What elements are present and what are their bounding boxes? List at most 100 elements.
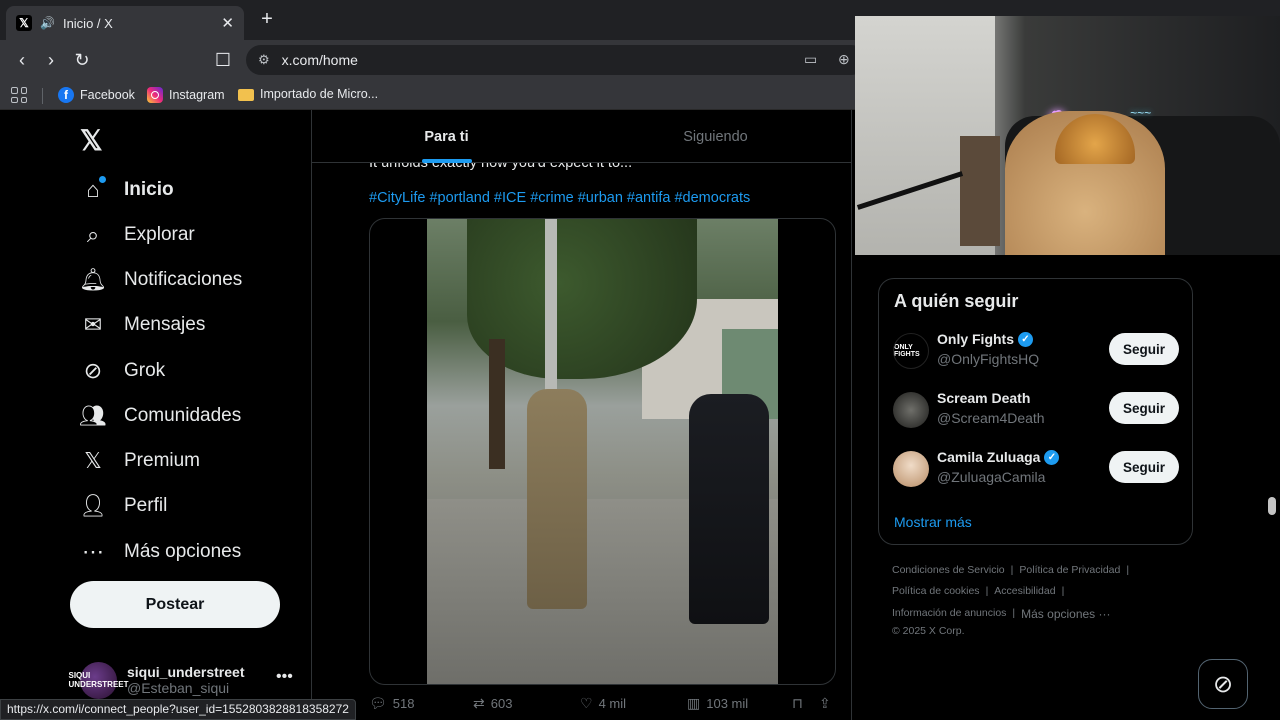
footer-link[interactable]: Accesibilidad — [994, 585, 1055, 597]
speaker-icon[interactable]: 🔊 — [40, 16, 55, 30]
reload-icon[interactable]: ↻ — [71, 49, 93, 71]
bookmark-button[interactable]: ⊓ — [792, 695, 803, 712]
nav-label: Comunidades — [124, 405, 242, 426]
tweet-actions: 💬︎ 518 ⇄ 603 ♡ 4 mil ▥ 103 mil ⊓ ⇪ — [369, 695, 839, 715]
account-name: siqui_understreet — [127, 664, 245, 680]
suggestion-handle: @OnlyFightsHQ — [937, 351, 1040, 367]
bookmark-label: Importado de Micro... — [260, 87, 379, 101]
folder-icon — [238, 89, 254, 101]
avatar — [893, 392, 929, 428]
bookmark-folder[interactable]: Importado de Micro... — [238, 87, 378, 101]
tab-label: Siguiendo — [683, 128, 748, 145]
follow-button[interactable]: Seguir — [1109, 333, 1179, 365]
follow-suggestion[interactable]: Camila Zuluaga ✓ @ZuluagaCamila Seguir — [893, 447, 1183, 491]
account-handle: @Esteban_siqui — [127, 680, 230, 696]
home-icon: ⌂ — [80, 176, 106, 203]
tweet-hashtags[interactable]: #CityLife #portland #ICE #crime #urban #… — [369, 190, 750, 206]
share-icon: ⇪ — [819, 695, 831, 711]
suggestion-name: Camila Zuluaga ✓ — [937, 449, 1060, 465]
footer-link[interactable]: Política de Privacidad — [1019, 564, 1120, 576]
nav-item-inicio[interactable]: ⌂ Inicio — [80, 175, 174, 205]
nav-item-comunidades[interactable]: 👥︎ Comunidades — [79, 401, 242, 431]
suggestion-name: Scream Death — [937, 390, 1030, 406]
tab-siguiendo[interactable]: Siguiendo — [581, 110, 850, 163]
nav-item-premium[interactable]: 𝕏 Premium — [80, 446, 200, 476]
nav-item-perfil[interactable]: 👤︎ Perfil — [79, 491, 168, 521]
repost-icon: ⇄ — [473, 695, 485, 711]
cast-icon[interactable]: ▭ — [804, 51, 817, 68]
x-logo-icon[interactable]: 𝕏 — [80, 127, 108, 155]
tab-para-ti[interactable]: Para ti — [312, 110, 581, 163]
tweet-video[interactable] — [427, 219, 778, 684]
follow-button[interactable]: Seguir — [1109, 451, 1179, 483]
avatar: SIQUI UNDERSTREET — [69, 661, 129, 699]
instagram-icon — [147, 87, 163, 103]
grok-fab-icon[interactable]: ⊘ — [1198, 659, 1248, 709]
nav-item-explorar[interactable]: ⌕ Explorar — [80, 220, 195, 250]
nav-item-mas-opciones[interactable]: ⋯ Más opciones — [80, 537, 241, 567]
facebook-icon: f — [58, 87, 74, 103]
address-bar[interactable]: ⚙ x.com/home ▭ ⊕ — [246, 45, 866, 75]
nav-item-mensajes[interactable]: ✉ Mensajes — [80, 310, 206, 340]
views-button[interactable]: ▥ 103 mil — [687, 695, 748, 712]
scrollbar-thumb[interactable] — [1268, 497, 1276, 515]
x-favicon-icon: 𝕏 — [16, 15, 32, 31]
share-button[interactable]: ⇪ — [819, 695, 831, 712]
reply-button[interactable]: 💬︎ 518 — [369, 695, 414, 712]
more-circle-icon: ⋯ — [82, 539, 104, 564]
column-divider — [851, 110, 852, 720]
webcam-shelf — [960, 136, 1000, 246]
apps-grid-icon[interactable] — [11, 87, 27, 103]
tweet-media[interactable] — [369, 218, 836, 685]
browser-tab[interactable]: 𝕏 🔊 Inicio / X ✕ — [6, 6, 244, 40]
site-info-icon[interactable]: ⚙ — [258, 52, 270, 68]
bookmark-instagram[interactable]: Instagram — [147, 87, 225, 103]
reply-icon: 💬︎ — [369, 695, 387, 711]
nav-item-notificaciones[interactable]: 🔔︎ Notificaciones — [79, 265, 242, 295]
account-switcher[interactable]: SIQUI UNDERSTREET siqui_understreet @Est… — [69, 660, 300, 700]
footer-link[interactable]: Más opciones ··· — [1021, 607, 1110, 621]
like-count: 4 mil — [598, 696, 627, 711]
footer-row: Condiciones de Servicio | Política de Pri… — [892, 564, 1130, 576]
footer-row: Política de cookies | Accesibilidad | — [892, 585, 1065, 597]
forward-icon[interactable]: › — [40, 49, 62, 71]
bookmark-page-icon[interactable]: ☐ — [212, 49, 234, 71]
follow-button[interactable]: Seguir — [1109, 392, 1179, 424]
footer-link[interactable]: Información de anuncios — [892, 607, 1006, 621]
reply-count: 518 — [392, 696, 415, 711]
video-tree-trunk — [489, 339, 505, 469]
suggestion-name-text: Scream Death — [937, 390, 1031, 406]
follow-suggestion[interactable]: ONLY FIGHTS Only Fights ✓ @OnlyFightsHQ S… — [893, 329, 1183, 373]
notification-dot — [99, 176, 106, 183]
grok-icon: ⊘ — [83, 358, 103, 383]
bookmark-facebook[interactable]: f Facebook — [58, 87, 135, 103]
back-icon[interactable]: ‹ — [11, 49, 33, 71]
footer-link[interactable]: Condiciones de Servicio — [892, 564, 1005, 576]
footer-copyright: © 2025 X Corp. — [892, 625, 965, 637]
nav-label: Premium — [124, 450, 201, 471]
views-chart-icon: ▥ — [687, 695, 701, 711]
who-to-follow-card: A quién seguir ONLY FIGHTS Only Fights ✓ … — [878, 278, 1193, 545]
nav-item-grok[interactable]: ⊘ Grok — [80, 356, 165, 386]
nav-label: Inicio — [124, 179, 174, 200]
show-more-link[interactable]: Mostrar más — [894, 514, 972, 530]
post-button[interactable]: Postear — [70, 581, 280, 628]
more-dots-icon[interactable]: ••• — [276, 668, 293, 686]
tab-close-icon[interactable]: ✕ — [221, 14, 234, 32]
repost-button[interactable]: ⇄ 603 — [473, 695, 512, 712]
like-button[interactable]: ♡ 4 mil — [580, 695, 626, 712]
nav-label: Más opciones — [124, 541, 242, 562]
column-divider — [311, 110, 312, 720]
screen: 𝕏 🔊 Inicio / X ✕ + ‹ › ↻ ☐ ⚙ x.com/home … — [0, 0, 1280, 720]
nav-label: Grok — [124, 360, 166, 381]
zoom-icon[interactable]: ⊕ — [838, 51, 850, 68]
bookmark-label: Instagram — [169, 88, 225, 102]
new-tab-button[interactable]: + — [256, 8, 278, 31]
verified-badge-icon: ✓ — [1018, 331, 1033, 347]
footer-link[interactable]: Política de cookies — [892, 585, 980, 597]
who-to-follow-title: A quién seguir — [894, 291, 1019, 311]
nav-label: Perfil — [124, 495, 168, 516]
follow-suggestion[interactable]: Scream Death @Scream4Death Seguir — [893, 388, 1183, 432]
active-tab-indicator — [421, 159, 472, 163]
verified-badge-icon: ✓ — [1044, 449, 1060, 465]
